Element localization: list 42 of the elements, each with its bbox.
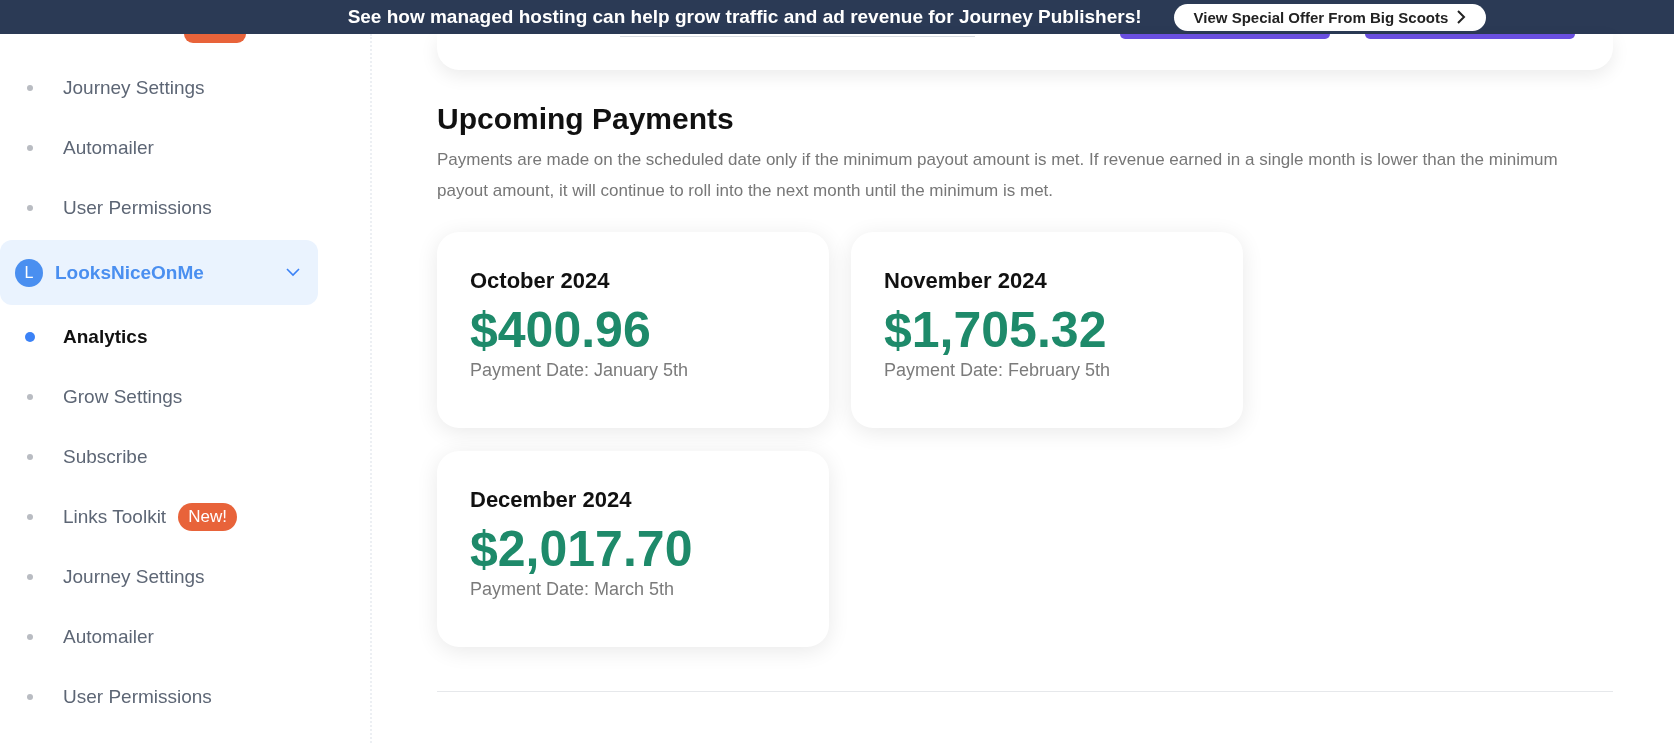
promo-message: See how managed hosting can help grow traffic and ad revenue for Journey Publishers! (347, 6, 1142, 28)
sidebar-item[interactable]: Analytics (0, 307, 318, 367)
card-month: December 2024 (470, 487, 633, 513)
payment-date: Payment Date: February 5th (884, 360, 1112, 381)
payment-amount: $2,017.70 (470, 520, 694, 579)
bullet-icon (27, 634, 33, 640)
bullet-icon (27, 145, 33, 151)
special-offer-link[interactable]: View Special Offer From Big Scoots (1173, 3, 1487, 31)
bullet-icon (27, 574, 33, 580)
sidebar-item[interactable]: Automailer (0, 118, 318, 178)
action-button[interactable] (1365, 34, 1575, 39)
new-badge: New! (178, 503, 237, 531)
new-badge (184, 34, 246, 43)
section-description: Payments are made on the scheduled date only if the minimum payout amount is met. If revenue earned in a single month is lower than the minimum payout amount, it will continue to roll into the next month until the minimum is met. (437, 149, 1559, 202)
payment-date: Payment Date: January 5th (470, 360, 690, 381)
card-month: October 2024 (470, 268, 611, 294)
bullet-icon (27, 394, 33, 400)
sidebar-item[interactable]: User Permissions (0, 178, 318, 238)
bullet-icon (27, 694, 33, 700)
payment-amount: $1,705.32 (884, 301, 1108, 360)
avatar-icon: L (15, 258, 43, 287)
site-header[interactable]: L LooksNiceOnMe (0, 240, 318, 305)
sidebar-item[interactable]: Journey Settings (0, 547, 318, 607)
arrow-right-icon (1456, 10, 1467, 24)
bullet-icon (27, 85, 33, 91)
sidebar-item[interactable]: Links Toolkit (0, 506, 167, 528)
bullet-icon (27, 514, 33, 520)
site-name: LooksNiceOnMe (55, 261, 205, 284)
section-title: Upcoming Payments (437, 102, 735, 136)
input-field[interactable] (620, 34, 975, 37)
bullet-icon (27, 454, 33, 460)
sidebar-item[interactable]: Grow Settings (0, 367, 318, 427)
sidebar-item[interactable]: Journey Settings (0, 58, 318, 118)
payment-amount: $400.96 (470, 301, 652, 360)
bullet-icon (25, 332, 35, 342)
action-button[interactable] (1120, 34, 1330, 39)
sidebar-item[interactable]: User Permissions (0, 667, 318, 727)
sidebar-item[interactable]: Automailer (0, 607, 318, 667)
sidebar-item[interactable]: Subscribe (0, 427, 318, 487)
card-month: November 2024 (884, 268, 1048, 294)
payment-date: Payment Date: March 5th (470, 579, 676, 600)
bullet-icon (27, 205, 33, 211)
